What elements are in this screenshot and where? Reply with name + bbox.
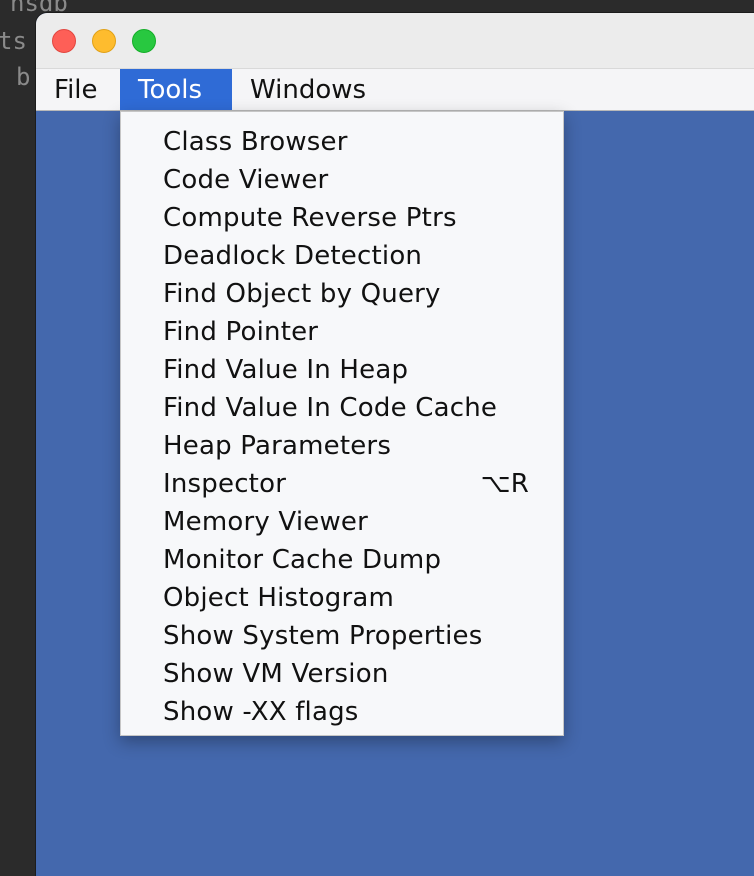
- menu-item-label: Compute Reverse Ptrs: [163, 203, 457, 233]
- menu-item-show-xx-flags[interactable]: Show -XX flags: [121, 693, 563, 731]
- menu-item-label: Code Viewer: [163, 165, 329, 195]
- menu-item-find-object-by-query[interactable]: Find Object by Query: [121, 275, 563, 313]
- menu-item-show-vm-version[interactable]: Show VM Version: [121, 655, 563, 693]
- menu-item-label: Find Object by Query: [163, 279, 441, 309]
- tools-dropdown-menu: Class Browser Code Viewer Compute Revers…: [120, 111, 564, 736]
- menu-item-code-viewer[interactable]: Code Viewer: [121, 161, 563, 199]
- menu-item-memory-viewer[interactable]: Memory Viewer: [121, 503, 563, 541]
- background-text-line: b: [16, 63, 31, 91]
- title-bar: [36, 13, 754, 69]
- menu-item-label: Show System Properties: [163, 621, 483, 651]
- menu-item-class-browser[interactable]: Class Browser: [121, 123, 563, 161]
- zoom-window-button[interactable]: [132, 29, 156, 53]
- menu-item-label: Memory Viewer: [163, 507, 368, 537]
- menu-windows[interactable]: Windows: [232, 69, 384, 110]
- minimize-window-button[interactable]: [92, 29, 116, 53]
- menu-item-inspector[interactable]: Inspector ⌥R: [121, 465, 563, 503]
- menu-item-find-pointer[interactable]: Find Pointer: [121, 313, 563, 351]
- background-text-line: ts: [0, 27, 27, 55]
- menu-item-heap-parameters[interactable]: Heap Parameters: [121, 427, 563, 465]
- menu-item-label: Find Value In Heap: [163, 355, 409, 385]
- menu-item-label: Deadlock Detection: [163, 241, 423, 271]
- menu-item-label: Show VM Version: [163, 659, 389, 689]
- menu-item-label: Object Histogram: [163, 583, 395, 613]
- close-window-button[interactable]: [52, 29, 76, 53]
- keyboard-shortcut: ⌥R: [480, 469, 529, 499]
- menu-item-find-value-in-code-cache[interactable]: Find Value In Code Cache: [121, 389, 563, 427]
- menu-item-find-value-in-heap[interactable]: Find Value In Heap: [121, 351, 563, 389]
- menu-item-label: Class Browser: [163, 127, 348, 157]
- menu-item-label: Find Pointer: [163, 317, 319, 347]
- menu-item-label: Monitor Cache Dump: [163, 545, 442, 575]
- menu-item-label: Heap Parameters: [163, 431, 392, 461]
- menu-item-compute-reverse-ptrs[interactable]: Compute Reverse Ptrs: [121, 199, 563, 237]
- menu-item-label: Inspector: [163, 469, 287, 499]
- menu-item-monitor-cache-dump[interactable]: Monitor Cache Dump: [121, 541, 563, 579]
- menu-item-show-system-properties[interactable]: Show System Properties: [121, 617, 563, 655]
- menu-item-label: Show -XX flags: [163, 697, 359, 727]
- menu-file[interactable]: File: [36, 69, 116, 110]
- menu-bar: File Tools Windows: [36, 69, 754, 111]
- menu-tools[interactable]: Tools: [120, 69, 232, 110]
- menu-item-label: Find Value In Code Cache: [163, 393, 498, 423]
- menu-item-object-histogram[interactable]: Object Histogram: [121, 579, 563, 617]
- menu-item-deadlock-detection[interactable]: Deadlock Detection: [121, 237, 563, 275]
